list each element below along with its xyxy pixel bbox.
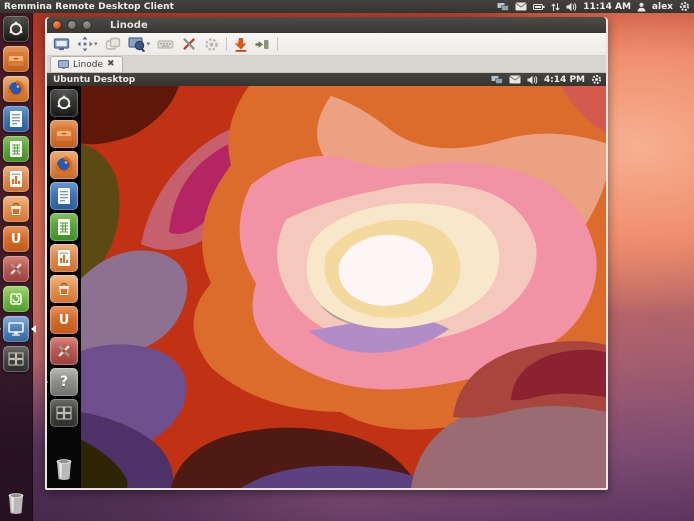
tab-close-button[interactable]: ✖ bbox=[107, 60, 115, 69]
remmina-toolbar: ▾ ▾ bbox=[47, 33, 606, 56]
remote-wallpaper[interactable] bbox=[81, 86, 606, 488]
ubuntu-one-icon[interactable]: U bbox=[3, 226, 29, 252]
host-top-panel: Remmina Remote Desktop Client 11:14 AM a… bbox=[0, 0, 694, 13]
network-icon[interactable] bbox=[497, 2, 509, 12]
grab-keyboard-button[interactable] bbox=[157, 38, 174, 50]
ubuntu-one-icon[interactable]: U bbox=[50, 306, 78, 334]
running-indicator bbox=[0, 325, 5, 333]
sync-button[interactable] bbox=[204, 37, 219, 52]
volume-icon[interactable] bbox=[527, 75, 538, 85]
window-title: Linode bbox=[110, 20, 148, 31]
tab-label: Linode bbox=[73, 60, 103, 70]
trash-icon[interactable] bbox=[3, 490, 29, 516]
session-gear-icon[interactable] bbox=[679, 1, 690, 12]
duplicate-connection-button[interactable] bbox=[105, 37, 121, 52]
trash-icon[interactable] bbox=[50, 455, 78, 483]
workspace-switcher-icon[interactable] bbox=[50, 399, 78, 427]
scaled-mode-button[interactable]: ▾ bbox=[128, 36, 151, 52]
tab-bar: Linode ✖ bbox=[47, 56, 606, 73]
system-settings-icon[interactable] bbox=[3, 256, 29, 282]
window-close-button[interactable] bbox=[52, 20, 62, 30]
mail-icon[interactable] bbox=[509, 75, 521, 84]
disconnect-button[interactable] bbox=[255, 38, 270, 51]
unknown-window-icon[interactable]: ? bbox=[50, 368, 78, 396]
libreoffice-calc-icon[interactable] bbox=[3, 136, 29, 162]
session-gear-icon[interactable] bbox=[591, 74, 602, 85]
home-folder-icon[interactable] bbox=[3, 46, 29, 72]
scale-fit-button[interactable]: ▾ bbox=[77, 36, 98, 52]
software-center-icon[interactable] bbox=[50, 275, 78, 303]
fullscreen-button[interactable] bbox=[53, 36, 70, 52]
libreoffice-writer-icon[interactable] bbox=[50, 182, 78, 210]
libreoffice-impress-icon[interactable] bbox=[3, 166, 29, 192]
workspace-switcher-icon[interactable] bbox=[3, 346, 29, 372]
host-unity-launcher: U bbox=[0, 13, 33, 521]
remote-indicators: 4:14 PM bbox=[491, 74, 606, 85]
host-clock[interactable]: 11:14 AM bbox=[583, 2, 631, 12]
scale-dropdown[interactable]: ▾ bbox=[94, 41, 98, 48]
battery-icon[interactable] bbox=[533, 3, 545, 11]
host-indicators: 11:14 AM alex bbox=[497, 1, 694, 12]
libreoffice-writer-icon[interactable] bbox=[3, 106, 29, 132]
username-label[interactable]: alex bbox=[652, 2, 673, 12]
libreoffice-impress-icon[interactable] bbox=[50, 244, 78, 272]
firefox-icon[interactable] bbox=[50, 151, 78, 179]
network-icon[interactable] bbox=[491, 75, 503, 85]
tab-screen-icon bbox=[58, 60, 69, 69]
screenshot-button[interactable] bbox=[234, 37, 248, 52]
volume-icon[interactable] bbox=[566, 2, 577, 12]
focused-indicator bbox=[27, 325, 36, 333]
remote-session-view[interactable]: Ubuntu Desktop 4:14 PM bbox=[47, 73, 606, 488]
remote-clock[interactable]: 4:14 PM bbox=[544, 75, 585, 85]
update-sync-icon[interactable] bbox=[3, 286, 29, 312]
remmina-icon[interactable] bbox=[3, 316, 29, 342]
user-icon[interactable] bbox=[637, 2, 646, 12]
home-folder-icon[interactable] bbox=[50, 120, 78, 148]
dash-home-icon[interactable] bbox=[3, 16, 29, 42]
remote-top-panel: Ubuntu Desktop 4:14 PM bbox=[47, 73, 606, 86]
toolbar-separator bbox=[277, 37, 278, 51]
system-settings-icon[interactable] bbox=[50, 337, 78, 365]
remote-panel-title: Ubuntu Desktop bbox=[47, 75, 135, 85]
mail-icon[interactable] bbox=[515, 2, 527, 11]
window-titlebar[interactable]: Linode bbox=[47, 17, 606, 33]
scaled-dropdown[interactable]: ▾ bbox=[147, 41, 151, 48]
dash-home-icon[interactable] bbox=[50, 89, 78, 117]
tab-linode[interactable]: Linode ✖ bbox=[50, 56, 123, 72]
software-center-icon[interactable] bbox=[3, 196, 29, 222]
firefox-icon[interactable] bbox=[3, 76, 29, 102]
window-minimize-button[interactable] bbox=[67, 20, 77, 30]
toolbar-separator bbox=[226, 37, 227, 51]
remote-unity-launcher: U ? bbox=[47, 86, 81, 488]
appmenu-title: Remmina Remote Desktop Client bbox=[0, 2, 174, 12]
libreoffice-calc-icon[interactable] bbox=[50, 213, 78, 241]
remote-desktop-body[interactable]: U ? bbox=[47, 86, 606, 488]
preferences-tools-button[interactable] bbox=[181, 36, 197, 52]
running-indicator bbox=[45, 378, 52, 386]
sync-arrows-icon[interactable] bbox=[551, 2, 560, 12]
remmina-window: Linode ▾ ▾ bbox=[45, 17, 608, 490]
window-maximize-button[interactable] bbox=[82, 20, 92, 30]
